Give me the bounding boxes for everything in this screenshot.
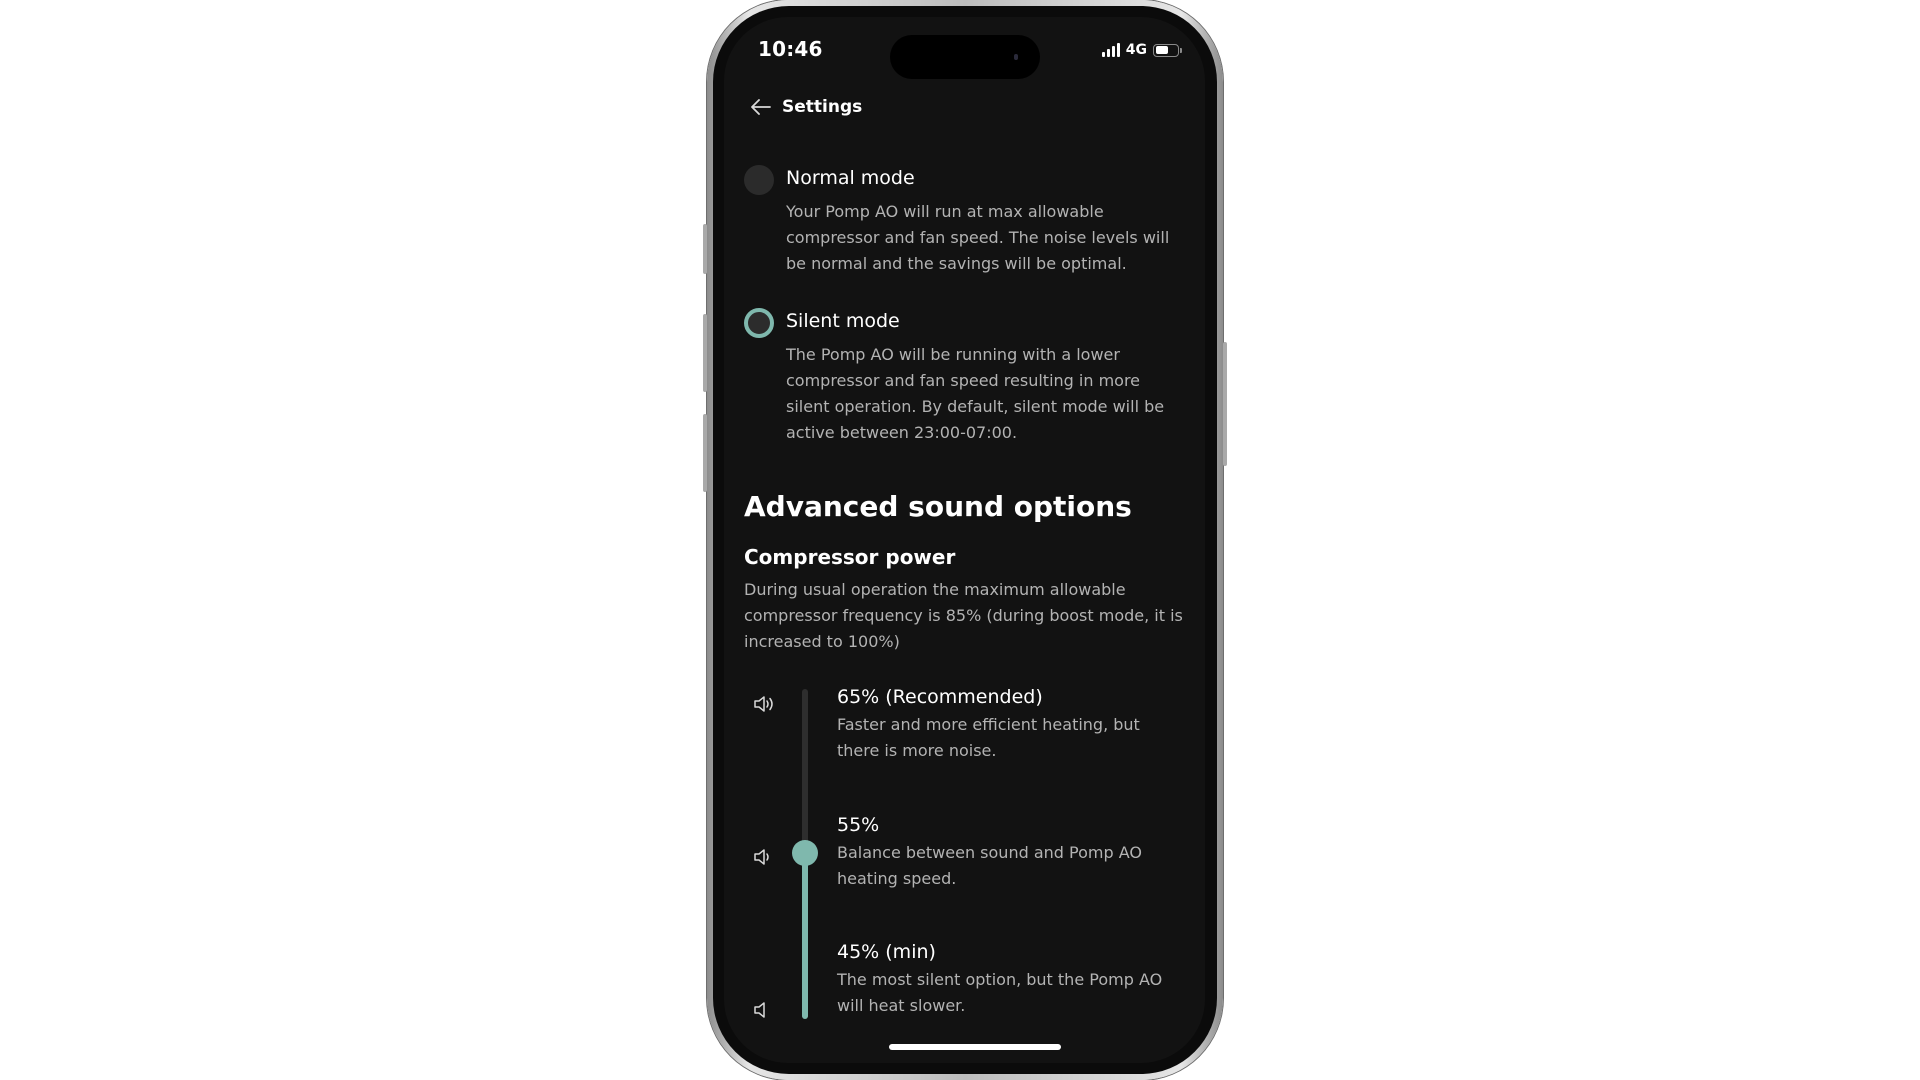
- normal-mode-title: Normal mode: [786, 167, 915, 189]
- battery-icon: [1153, 43, 1182, 57]
- arrow-left-icon: [751, 99, 771, 115]
- dynamic-island: [890, 35, 1040, 79]
- advanced-sound-heading: Advanced sound options: [744, 490, 1132, 523]
- silent-mode-title: Silent mode: [786, 310, 900, 332]
- battery-tip: [1180, 47, 1182, 53]
- compressor-option-title: 45% (min): [837, 941, 936, 963]
- network-label: 4G: [1125, 42, 1147, 58]
- signal-icon: [1101, 43, 1120, 57]
- camera-dot: [1014, 54, 1018, 60]
- compressor-power-heading: Compressor power: [744, 545, 956, 569]
- silent-mode-radio[interactable]: [744, 308, 774, 338]
- action-button: [703, 224, 707, 274]
- compressor-option-title: 65% (Recommended): [837, 686, 1043, 708]
- compressor-option-description: Faster and more efficient heating, but t…: [837, 715, 1140, 760]
- power-button: [1223, 342, 1227, 466]
- normal-mode-description: Your Pomp AO will run at max allowable c…: [786, 202, 1170, 273]
- back-button[interactable]: Settings: [750, 97, 862, 117]
- compressor-option-title: 55%: [837, 814, 880, 836]
- compressor-slider-fill: [802, 853, 808, 1019]
- compressor-option-description: Balance between sound and Pomp AO heatin…: [837, 843, 1142, 888]
- status-indicators: 4G: [1101, 41, 1182, 59]
- volume-down-button: [703, 414, 707, 492]
- volume-up-button: [703, 314, 707, 392]
- volume-low-icon: [754, 1002, 765, 1018]
- volume-high-icon: [754, 696, 773, 712]
- compressor-option-45[interactable]: 45% (min) The most silent option, but th…: [837, 941, 1187, 1019]
- compressor-option-55[interactable]: 55% Balance between sound and Pomp AO he…: [837, 814, 1187, 892]
- compressor-slider-thumb[interactable]: [792, 840, 818, 866]
- status-time: 10:46: [758, 37, 823, 61]
- battery-fill: [1155, 46, 1168, 54]
- compressor-option-65[interactable]: 65% (Recommended) Faster and more effici…: [837, 686, 1187, 764]
- stage: 10:46 4G Settings Normal mode Your Pomp …: [0, 0, 1920, 1080]
- app-screen: 10:46 4G Settings Normal mode Your Pomp …: [724, 17, 1205, 1063]
- compressor-option-description: The most silent option, but the Pomp AO …: [837, 970, 1163, 1015]
- compressor-power-description: During usual operation the maximum allow…: [744, 580, 1183, 651]
- normal-mode-radio[interactable]: [744, 165, 774, 195]
- page-title: Settings: [782, 97, 863, 117]
- home-indicator[interactable]: [889, 1044, 1061, 1050]
- volume-medium-icon: [754, 849, 769, 865]
- silent-mode-description: The Pomp AO will be running with a lower…: [786, 345, 1165, 442]
